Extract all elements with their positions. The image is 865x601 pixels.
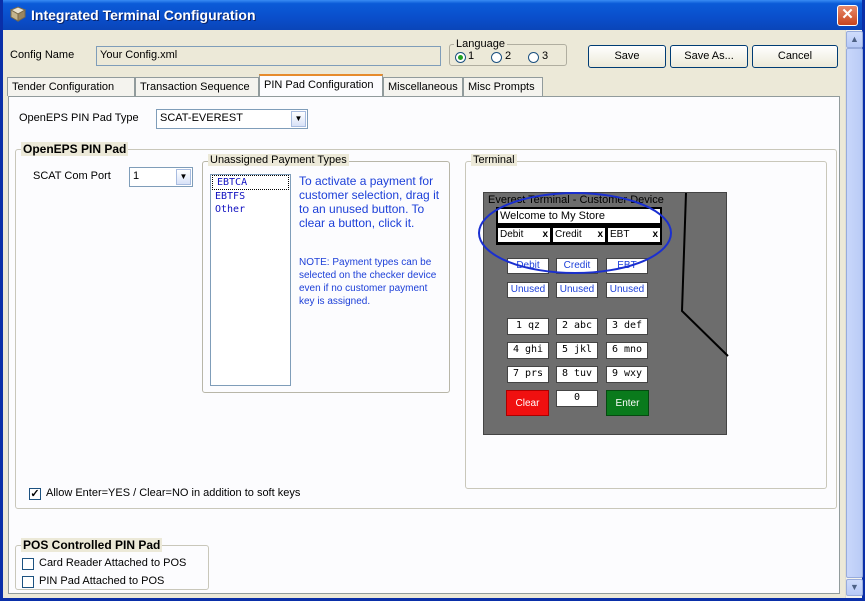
app-icon (9, 6, 27, 22)
chevron-down-icon[interactable]: ▼ (176, 169, 191, 185)
pinpad-type-value: SCAT-EVEREST (160, 112, 243, 124)
pos-controlled-group: POS Controlled PIN Pad Card Reader Attac… (15, 538, 209, 590)
keypad-7[interactable]: 7 prs (507, 366, 549, 383)
list-item[interactable]: EBTCA (212, 175, 289, 190)
list-item[interactable]: Other (211, 203, 290, 216)
com-port-value: 1 (133, 170, 140, 182)
openeps-group: OpenEPS PIN Pad SCAT Com Port 1 ▼ Unassi… (15, 142, 837, 509)
window-title: Integrated Terminal Configuration (31, 7, 256, 23)
language-option-3-label: 3 (542, 50, 549, 62)
unassigned-title: Unassigned Payment Types (208, 154, 349, 166)
save-as-button[interactable]: Save As... (670, 45, 748, 68)
language-option-1-label: 1 (468, 50, 475, 62)
tab-tender-configuration[interactable]: Tender Configuration (7, 77, 135, 96)
pin-pad-config-panel: OpenEPS PIN Pad Type SCAT-EVEREST ▼ Open… (8, 96, 840, 594)
terminal-group: Terminal Everest Terminal - Customer Dev… (465, 154, 827, 489)
config-name-field[interactable]: Your Config.xml (96, 46, 441, 66)
instructions-text: To activate a payment for customer selec… (299, 174, 440, 230)
keypad-4[interactable]: 4 ghi (507, 342, 549, 359)
com-port-select[interactable]: 1 ▼ (129, 167, 193, 187)
pos-controlled-title: POS Controlled PIN Pad (21, 538, 163, 552)
card-reader-label: Card Reader Attached to POS (39, 557, 187, 569)
tab-miscellaneous[interactable]: Miscellaneous (383, 77, 463, 96)
openeps-title: OpenEPS PIN Pad (21, 142, 129, 156)
app-window: Integrated Terminal Configuration ✕ Conf… (0, 0, 865, 601)
language-radio-2[interactable] (491, 52, 502, 63)
language-radio-1[interactable] (455, 52, 466, 63)
client-area: Config Name Your Config.xml Language 1 2… (3, 30, 845, 598)
unassigned-list[interactable]: EBTCA EBTFS Other (210, 174, 291, 386)
keypad-3[interactable]: 3 def (606, 318, 648, 335)
device-cable (680, 193, 729, 357)
clear-key[interactable]: Clear (506, 390, 549, 416)
enter-key[interactable]: Enter (606, 390, 649, 416)
language-option-2-label: 2 (505, 50, 512, 62)
scroll-thumb[interactable] (846, 48, 863, 578)
soft-key-5[interactable]: Unused (556, 282, 598, 298)
language-label: Language (454, 38, 507, 50)
com-port-label: SCAT Com Port (33, 170, 111, 182)
keypad-6[interactable]: 6 mno (606, 342, 648, 359)
chevron-down-icon[interactable]: ▼ (291, 111, 306, 127)
unassigned-group: Unassigned Payment Types EBTCA EBTFS Oth… (202, 154, 450, 393)
keypad-2[interactable]: 2 abc (556, 318, 598, 335)
scroll-down-icon[interactable]: ▼ (846, 579, 863, 596)
tab-misc-prompts[interactable]: Misc Prompts (463, 77, 543, 96)
terminal-title: Terminal (471, 154, 517, 166)
soft-key-6[interactable]: Unused (606, 282, 648, 298)
language-radio-3[interactable] (528, 52, 539, 63)
list-item[interactable]: EBTFS (211, 190, 290, 203)
highlight-ellipse (478, 192, 672, 274)
tab-transaction-sequence[interactable]: Transaction Sequence (135, 77, 259, 96)
pinpad-type-select[interactable]: SCAT-EVEREST ▼ (156, 109, 308, 129)
close-icon[interactable]: ✕ (837, 5, 858, 26)
card-reader-checkbox[interactable] (22, 558, 34, 570)
pinpad-pos-checkbox[interactable] (22, 576, 34, 588)
allow-enter-label: Allow Enter=YES / Clear=NO in addition t… (46, 487, 301, 499)
language-group: Language 1 2 3 (449, 38, 567, 66)
pinpad-type-label: OpenEPS PIN Pad Type (19, 112, 139, 124)
config-name-label: Config Name (10, 49, 75, 61)
title-bar[interactable]: Integrated Terminal Configuration ✕ (3, 0, 862, 30)
soft-key-4[interactable]: Unused (507, 282, 549, 298)
keypad-1[interactable]: 1 qz (507, 318, 549, 335)
note-text: NOTE: Payment types can be selected on t… (299, 257, 437, 307)
cancel-button[interactable]: Cancel (752, 45, 838, 68)
keypad-0[interactable]: 0 (556, 390, 598, 407)
tab-pin-pad-configuration[interactable]: PIN Pad Configuration (259, 74, 383, 97)
pinpad-pos-label: PIN Pad Attached to POS (39, 575, 165, 587)
scroll-up-icon[interactable]: ▲ (846, 31, 863, 48)
save-button[interactable]: Save (588, 45, 666, 68)
vertical-scrollbar[interactable]: ▲ ▼ (845, 30, 863, 598)
keypad-8[interactable]: 8 tuv (556, 366, 598, 383)
keypad-5[interactable]: 5 jkl (556, 342, 598, 359)
allow-enter-checkbox[interactable]: ✓ (29, 488, 41, 500)
keypad-9[interactable]: 9 wxy (606, 366, 648, 383)
